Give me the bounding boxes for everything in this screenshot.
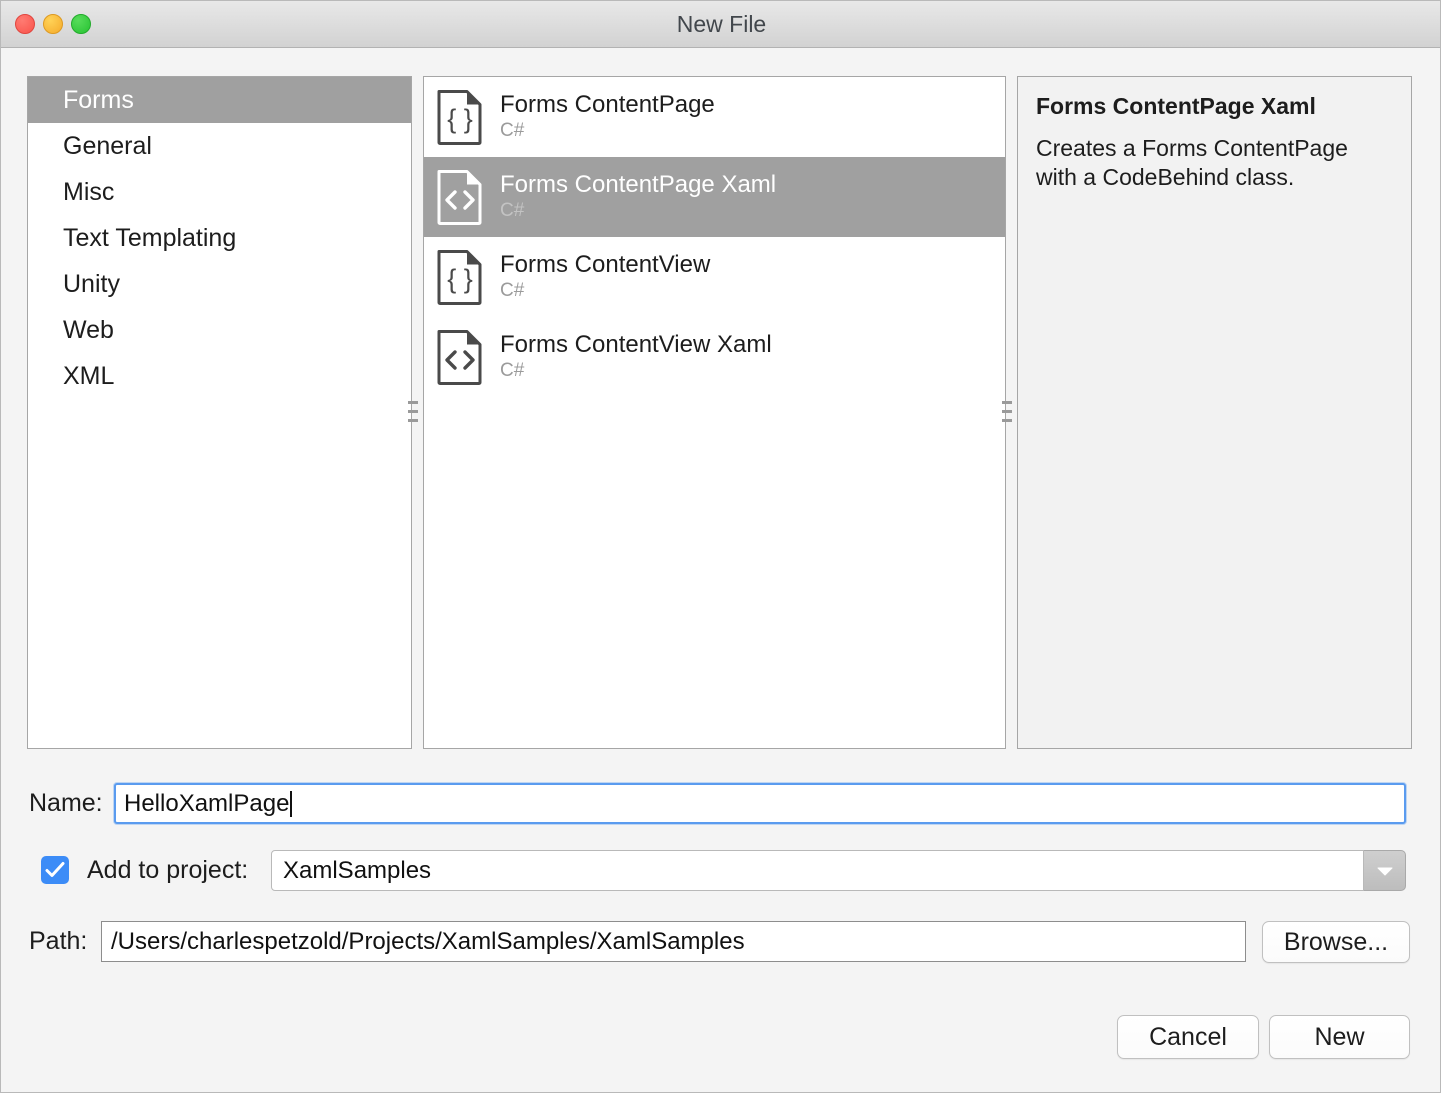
category-item-text-templating[interactable]: Text Templating [28,215,411,261]
window-titlebar: New File [1,1,1440,48]
path-input-value: /Users/charlespetzold/Projects/XamlSampl… [111,927,745,955]
description-body: Creates a Forms ContentPage with a CodeB… [1036,135,1348,191]
category-item-general[interactable]: General [28,123,411,169]
category-item-label: Text Templating [63,224,237,252]
name-input[interactable]: HelloXamlPage [114,783,1406,824]
template-description-panel: Forms ContentPage Xaml Creates a Forms C… [1017,76,1412,749]
splitter-handle-left[interactable] [407,399,419,429]
category-item-label: General [63,132,152,160]
checkmark-icon [45,862,65,877]
path-label: Path: [29,927,88,955]
category-item-label: Forms [63,86,134,114]
window-title: New File [676,11,767,37]
category-item-misc[interactable]: Misc [28,169,411,215]
braces-document-icon: { } [436,88,484,146]
text-caret [290,790,293,817]
name-label: Name: [29,789,103,817]
svg-text:{ }: { } [447,104,473,134]
template-item-language: C# [500,200,525,222]
project-select[interactable]: XamlSamples [271,850,1406,891]
angle-brackets-document-icon [436,328,484,386]
category-item-unity[interactable]: Unity [28,261,411,307]
template-item-text: Forms ContentPage Xaml C# [500,171,776,223]
template-item-language: C# [500,120,525,142]
project-select-value[interactable]: XamlSamples [271,850,1364,891]
angle-brackets-document-icon [436,168,484,226]
category-item-web[interactable]: Web [28,307,411,353]
template-item-forms-contentview-xaml[interactable]: Forms ContentView Xaml C# [424,317,1005,397]
template-item-title: Forms ContentView Xaml [500,330,772,358]
category-item-label: Misc [63,178,115,206]
template-item-forms-contentpage-xaml[interactable]: Forms ContentPage Xaml C# [424,157,1005,237]
template-item-title: Forms ContentPage Xaml [500,170,777,198]
category-item-label: Web [63,316,114,344]
name-input-value: HelloXamlPage [124,789,290,817]
new-file-dialog: New File Forms General Misc Text Templat… [0,0,1441,1093]
splitter-grip-line [408,419,418,422]
category-item-xml[interactable]: XML [28,353,411,399]
browse-button[interactable]: Browse... [1262,921,1410,963]
template-item-text: Forms ContentPage C# [500,91,715,143]
splitter-grip-line [1002,401,1012,404]
add-to-project-label: Add to project: [87,856,249,884]
category-item-forms[interactable]: Forms [28,77,411,123]
template-list[interactable]: { } Forms ContentPage C# Forms ContentPa… [423,76,1006,749]
svg-text:{ }: { } [447,264,473,294]
splitter-grip-line [408,401,418,404]
splitter-handle-right[interactable] [1001,399,1013,429]
template-item-text: Forms ContentView C# [500,251,710,303]
category-item-label: Unity [63,270,120,298]
template-item-title: Forms ContentView [500,250,711,278]
category-list[interactable]: Forms General Misc Text Templating Unity… [27,76,412,749]
splitter-grip-line [408,410,418,413]
new-button[interactable]: New [1269,1015,1410,1059]
template-item-text: Forms ContentView Xaml C# [500,331,772,383]
template-item-title: Forms ContentPage [500,90,715,118]
chevron-down-icon[interactable] [1364,850,1406,891]
splitter-grip-line [1002,419,1012,422]
template-item-forms-contentpage[interactable]: { } Forms ContentPage C# [424,77,1005,157]
path-input[interactable]: /Users/charlespetzold/Projects/XamlSampl… [101,921,1246,962]
cancel-button[interactable]: Cancel [1117,1015,1259,1059]
splitter-grip-line [1002,410,1012,413]
category-item-label: XML [63,362,115,390]
braces-document-icon: { } [436,248,484,306]
template-item-language: C# [500,360,525,382]
add-to-project-checkbox[interactable] [41,856,69,884]
template-item-forms-contentview[interactable]: { } Forms ContentView C# [424,237,1005,317]
description-title: Forms ContentPage Xaml [1036,93,1316,119]
template-item-language: C# [500,280,525,302]
